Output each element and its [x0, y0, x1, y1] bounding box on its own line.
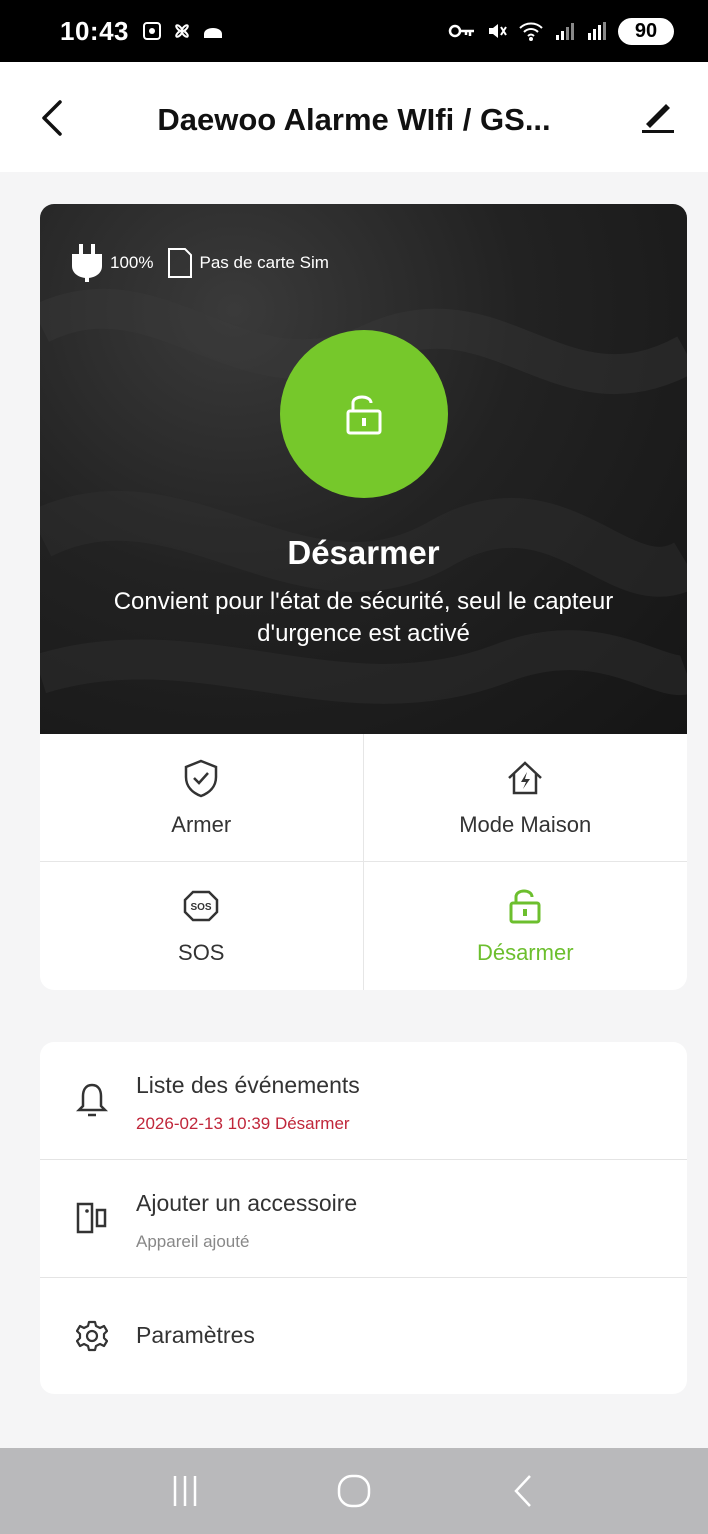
power-level: 100%: [110, 253, 154, 272]
device-status-row: 100% Pas de carte Sim: [70, 244, 329, 282]
signal-icon: [556, 23, 574, 40]
home-button[interactable]: [334, 1471, 374, 1511]
screenshot-icon: [143, 22, 161, 40]
svg-text:SOS: SOS: [191, 902, 212, 913]
device-options-list: Liste des événements 2026-02-13 10:39 Dé…: [40, 1042, 687, 1394]
status-notification-icons: [141, 20, 225, 42]
sim-status: Pas de carte Sim: [199, 253, 329, 272]
power-plug-icon: [72, 244, 102, 282]
status-time: 10:43: [60, 15, 129, 46]
mode-armer-button[interactable]: Armer: [40, 734, 364, 862]
back-nav-button[interactable]: [503, 1471, 543, 1511]
mode-label: Mode Maison: [459, 811, 592, 837]
battery-indicator: 90: [618, 17, 674, 45]
settings-item[interactable]: Paramètres: [40, 1278, 687, 1394]
mode-label: SOS: [178, 940, 225, 965]
settings-title: Paramètres: [136, 1322, 255, 1348]
edit-pencil-icon[interactable]: [638, 96, 678, 136]
shield-check-icon: [185, 759, 218, 797]
gear-icon: [76, 1320, 108, 1352]
status-bar: 10:43 90: [0, 0, 708, 62]
current-mode-title: Désarmer: [287, 534, 440, 571]
app-header: Daewoo Alarme WIfi / GS...: [0, 62, 708, 172]
events-title: Liste des événements: [136, 1072, 360, 1098]
status-system-icons: 90: [448, 17, 674, 45]
door-sensor-icon: [76, 1202, 107, 1234]
sim-card-icon: [168, 248, 193, 278]
wifi-icon: [519, 22, 543, 41]
page-title: Daewoo Alarme WIfi / GS...: [157, 102, 551, 137]
alarm-status-card: 100% Pas de carte Sim Désarmer Convient …: [40, 204, 687, 734]
bell-icon: [76, 1083, 108, 1117]
add-accessory-subtitle: Appareil ajouté: [136, 1232, 250, 1251]
current-mode-description: Convient pour l'état de sécurité, seul l…: [113, 588, 614, 647]
recent-apps-button[interactable]: [165, 1471, 205, 1511]
disarm-status-circle: [280, 330, 448, 498]
mute-icon: [489, 24, 507, 38]
mode-label: Armer: [171, 811, 232, 837]
fan-icon: [175, 24, 189, 38]
home-bolt-icon: [508, 760, 543, 794]
last-event: 2026-02-13 10:39 Désarmer: [136, 1114, 350, 1133]
mode-label: Désarmer: [476, 940, 574, 965]
cloud-icon: [204, 28, 222, 38]
unlock-icon: [509, 889, 541, 924]
key-icon: [448, 24, 474, 38]
mode-selector-grid: Armer Mode Maison SOS SOS Désarmer: [40, 734, 687, 990]
sos-icon: SOS: [184, 890, 219, 922]
mode-sos-button[interactable]: SOS SOS: [40, 862, 364, 990]
signal-2-icon: [588, 22, 606, 40]
back-chevron-icon: [514, 1475, 532, 1507]
home-circle-icon: [337, 1474, 371, 1508]
add-accessory-title: Ajouter un accessoire: [136, 1190, 358, 1216]
unlock-icon: [346, 395, 382, 435]
events-list-item[interactable]: Liste des événements 2026-02-13 10:39 Dé…: [40, 1042, 687, 1160]
recent-apps-icon: [173, 1476, 196, 1506]
back-arrow-icon[interactable]: [38, 98, 68, 138]
mode-desarmer-button[interactable]: Désarmer: [364, 862, 688, 990]
system-nav-bar: [0, 1448, 708, 1534]
add-accessory-item[interactable]: Ajouter un accessoire Appareil ajouté: [40, 1160, 687, 1278]
mode-maison-button[interactable]: Mode Maison: [363, 734, 687, 862]
